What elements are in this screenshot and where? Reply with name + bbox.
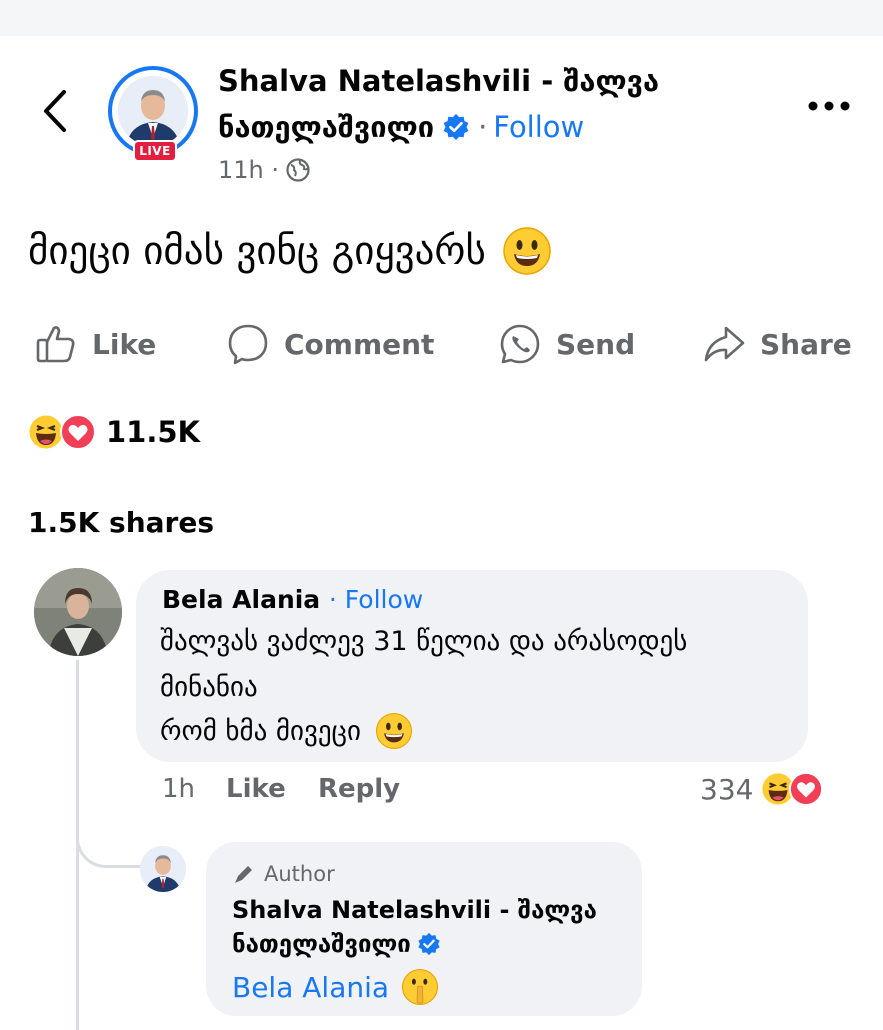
reply-author-name-georgian[interactable]: ნათელაშვილი [232, 930, 411, 958]
like-thumb-icon [36, 326, 75, 363]
verified-badge-icon [443, 114, 469, 140]
reply-mention-row: Bela Alania [232, 968, 439, 1006]
love-reaction-icon [789, 772, 824, 806]
reply-author-avatar[interactable] [140, 846, 186, 892]
comment-header: Bela Alania · Follow [162, 585, 423, 614]
live-badge: LIVE [133, 140, 177, 162]
smiley-emoji-icon [503, 227, 551, 275]
send-button[interactable]: Send [498, 318, 635, 370]
follow-button[interactable]: Follow [493, 110, 584, 144]
verified-badge-icon [418, 932, 440, 956]
comment-text-line-3: რომ ხმა მივეცი [160, 715, 361, 747]
post-text: მიეცი იმას ვინც გიყვარს [28, 228, 486, 274]
separator-dot: · [478, 110, 488, 144]
comment-like-button[interactable]: Like [226, 774, 286, 804]
like-label: Like [92, 327, 157, 361]
shares-count[interactable]: 1.5K shares [28, 506, 214, 539]
thread-connector [76, 810, 140, 868]
love-reaction-icon [60, 414, 96, 450]
post-meta: 11h · [218, 156, 311, 184]
like-button[interactable]: Like [34, 318, 156, 370]
comment-label: Comment [284, 327, 435, 361]
comment-follow-button[interactable]: · Follow [329, 585, 423, 614]
author-badge-label: Author [264, 862, 335, 886]
reply-author-name-row-2: ნათელაშვილი [232, 930, 441, 958]
top-status-strip [0, 0, 883, 36]
commenter-name[interactable]: Bela Alania [162, 585, 320, 614]
comment-reactions[interactable]: 334 [700, 772, 824, 806]
send-label: Send [556, 327, 636, 361]
reply-author-name[interactable]: Shalva Natelashvili - შალვა [232, 896, 597, 924]
smiley-emoji-icon [375, 712, 413, 750]
commenter-avatar[interactable] [34, 568, 122, 656]
haha-reaction-icon [28, 414, 64, 450]
reaction-summary[interactable]: 11.5K [28, 414, 200, 450]
comment-text-line-2: მინანია [160, 672, 258, 703]
comment-reply-button[interactable]: Reply [318, 774, 400, 804]
post-time: 11h · [218, 156, 280, 184]
post-body: მიეცი იმას ვინც გიყვარს [28, 226, 552, 276]
comment-bubble-icon [228, 324, 268, 365]
globe-icon [286, 158, 310, 182]
share-arrow-icon [704, 326, 745, 362]
author-badge: Author [232, 862, 335, 886]
author-photo [118, 76, 188, 146]
share-label: Share [760, 327, 852, 361]
mention-link[interactable]: Bela Alania [232, 971, 389, 1004]
reply-author-photo [140, 846, 186, 892]
pen-author-icon [235, 866, 252, 883]
share-button[interactable]: Share [702, 318, 852, 370]
comment-reaction-count: 334 [700, 772, 754, 806]
comment-text-line-3-row: რომ ხმა მივეცი [160, 712, 413, 750]
comment-time: 1h [162, 774, 196, 804]
commenter-photo [34, 568, 122, 656]
reactions-count: 11.5K [106, 415, 201, 449]
comment-button[interactable]: Comment [226, 318, 434, 370]
more-options-icon[interactable] [806, 96, 852, 116]
author-name[interactable]: Shalva Natelashvili - შალვა [218, 64, 659, 98]
send-messenger-icon [500, 324, 540, 364]
author-name-row-2: ნათელაშვილი · Follow [218, 110, 584, 144]
back-chevron-icon[interactable] [38, 88, 72, 134]
comment-text-line-1: შალვას ვაძლევ 31 წელია და არასოდეს [160, 626, 688, 657]
shushing-emoji-icon [402, 968, 439, 1006]
author-name-georgian[interactable]: ნათელაშვილი [218, 110, 434, 144]
